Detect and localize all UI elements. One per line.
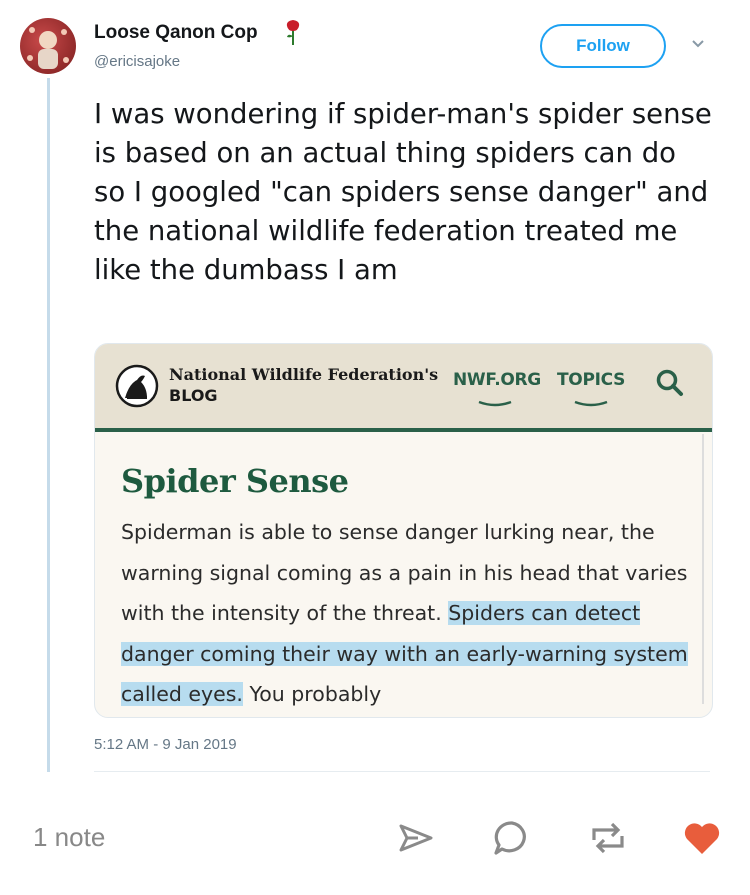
notes-count[interactable]: 1 note	[33, 822, 105, 853]
article-body: Spiderman is able to sense danger lurkin…	[121, 512, 691, 715]
like-heart-icon[interactable]	[682, 818, 722, 858]
nav-nwf-org[interactable]: NWF.ORG	[453, 370, 541, 390]
nav-topics[interactable]: TOPICS	[557, 370, 625, 390]
thread-line	[47, 78, 50, 772]
divider	[94, 771, 710, 772]
nav-nwf-org-indicator	[478, 400, 512, 407]
avatar-image	[27, 27, 69, 69]
share-icon[interactable]	[396, 818, 436, 858]
reblog-icon[interactable]	[588, 818, 628, 858]
nav-topics-indicator	[574, 400, 608, 407]
nwf-logo-icon	[115, 364, 159, 408]
rose-icon	[286, 20, 300, 45]
link-card[interactable]: National Wildlife Federation's BLOG NWF.…	[94, 343, 713, 718]
site-subtitle: BLOG	[169, 386, 218, 405]
timestamp[interactable]: 5:12 AM - 9 Jan 2019	[94, 736, 237, 753]
avatar[interactable]	[20, 18, 76, 74]
card-scrollbar[interactable]	[702, 434, 704, 704]
follow-button[interactable]: Follow	[540, 24, 666, 68]
site-title: National Wildlife Federation's	[169, 365, 439, 384]
reply-icon[interactable]	[492, 818, 532, 858]
handle[interactable]: @ericisajoke	[94, 53, 180, 70]
article-title: Spider Sense	[121, 462, 349, 500]
search-icon[interactable]	[655, 368, 685, 398]
article-body-tail: You probably	[242, 682, 382, 706]
display-name[interactable]: Loose Qanon Cop	[94, 22, 258, 44]
chevron-down-icon[interactable]	[690, 38, 706, 50]
tweet-text: I was wondering if spider-man's spider s…	[94, 98, 712, 286]
card-header: National Wildlife Federation's BLOG NWF.…	[95, 344, 712, 432]
